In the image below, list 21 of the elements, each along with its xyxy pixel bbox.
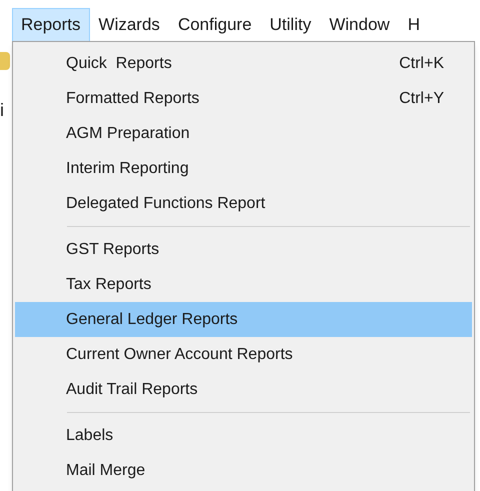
menu-item[interactable]: Quick Reports Ctrl+K	[15, 46, 472, 81]
menu-item[interactable]: Delegated Functions Report	[15, 186, 472, 221]
menu-item[interactable]: Audit Trail Reports	[15, 372, 472, 407]
menu-item[interactable]: GST Reports	[15, 232, 472, 267]
menu-bar-item[interactable]: H	[398, 8, 429, 42]
menu-item[interactable]: Formatted Reports Ctrl+Y	[15, 81, 472, 116]
menu-bar-item[interactable]: Window	[320, 8, 399, 42]
menu-bar-item[interactable]: Wizards	[90, 8, 169, 42]
background-text: i	[0, 100, 4, 120]
menu-bar-item[interactable]: Configure	[168, 8, 261, 42]
menu-item[interactable]: Mail Merge	[15, 453, 472, 488]
shortcut-text: Ctrl+K	[399, 54, 444, 74]
shortcut-text: Ctrl+Y	[399, 88, 444, 108]
menu-bar-item[interactable]: Reports	[12, 8, 90, 42]
menu-item[interactable]: General Ledger Reports	[15, 302, 472, 337]
menu-item[interactable]: AGM Preparation	[15, 116, 472, 151]
menu-item[interactable]: Current Owner Account Reports	[15, 337, 472, 372]
menu-item[interactable]: Interim Reporting	[15, 151, 472, 186]
menu-item[interactable]: Labels	[15, 418, 472, 453]
menu-item[interactable]: Tax Reports	[15, 267, 472, 302]
menu-bar-item[interactable]: Utility	[260, 8, 320, 42]
